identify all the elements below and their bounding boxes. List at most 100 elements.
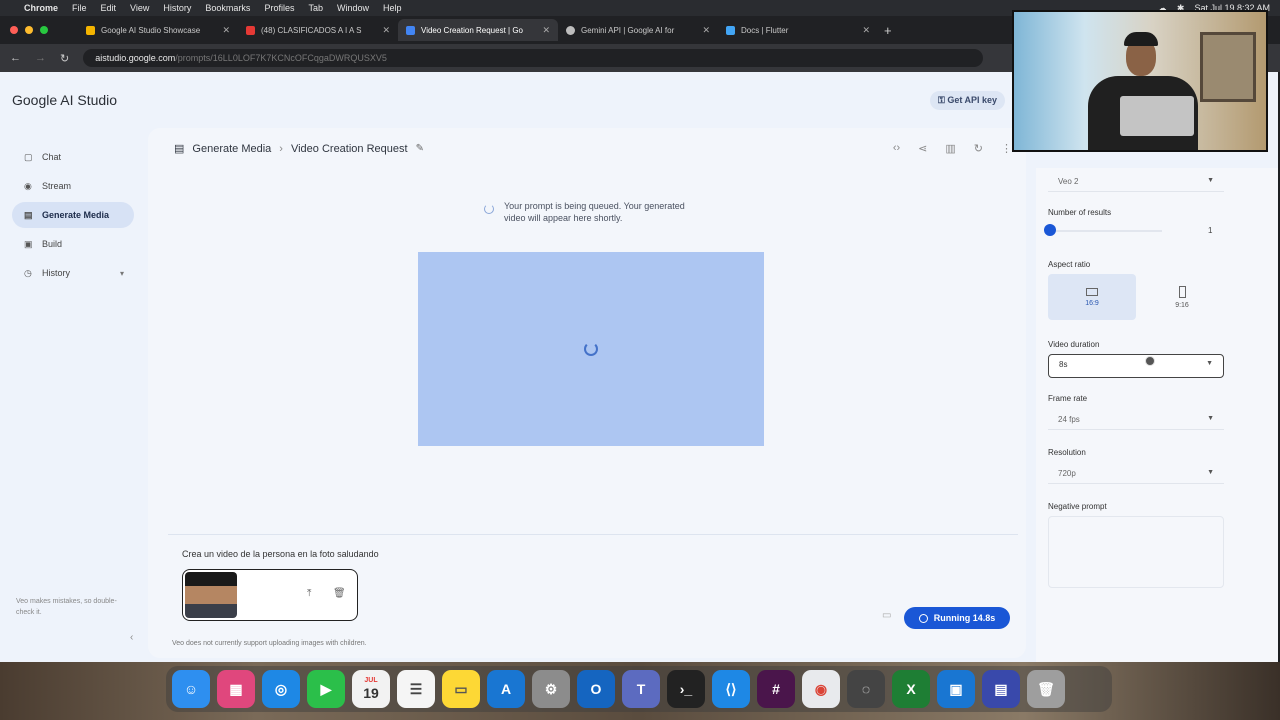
run-button[interactable]: Running 14.8s [904, 607, 1010, 629]
results-slider-track[interactable] [1050, 230, 1162, 232]
tab-close-icon[interactable]: ✕ [702, 25, 710, 36]
tab-favicon-icon [86, 25, 95, 35]
browser-tab[interactable]: Google AI Studio Showcase ✕ [78, 19, 238, 41]
calendar-icon[interactable]: JUL 19 [352, 670, 390, 708]
tab-favicon-icon [566, 25, 575, 35]
video-placeholder [418, 252, 764, 446]
tab-title: Google AI Studio Showcase [101, 25, 201, 35]
maximize-window-icon[interactable] [40, 26, 48, 34]
video-duration-select[interactable]: 8s ▼ [1048, 354, 1224, 378]
delete-icon[interactable]: 🗑 [333, 588, 346, 599]
browser-tab[interactable]: Gemini API | Google AI for ✕ [558, 19, 718, 41]
excel-icon[interactable]: X [892, 670, 930, 708]
teams-icon[interactable]: T [622, 670, 660, 708]
menu-edit[interactable]: Edit [101, 3, 117, 13]
sidebar-item-generate-media[interactable]: ▤ Generate Media [12, 202, 134, 228]
reload-icon[interactable]: ↻ [60, 52, 69, 65]
sidebar-item-history[interactable]: ◷ History ▾ [12, 260, 134, 286]
menu-file[interactable]: File [72, 3, 87, 13]
chevron-down-icon[interactable]: ▾ [120, 269, 124, 278]
sidebar-item-label: History [42, 268, 71, 278]
sidebar-item-chat[interactable]: ▢ Chat [12, 144, 134, 170]
prompt-input[interactable]: Crea un video de la persona en la foto s… [182, 549, 379, 559]
code-icon[interactable]: ‹› [893, 142, 900, 155]
compare-icon[interactable]: ▥ [945, 142, 955, 155]
aspect-16-9-label: 16:9 [1085, 299, 1099, 307]
toolbar-icons: ‹› ⋖ ▥ ↻ ⋮ [893, 142, 1012, 155]
back-icon[interactable]: ← [10, 52, 21, 64]
app-logo[interactable]: Google AI Studio [12, 92, 117, 108]
tab-close-icon[interactable]: ✕ [542, 25, 550, 36]
menu-window[interactable]: Window [337, 3, 369, 13]
tab-close-icon[interactable]: ✕ [862, 25, 870, 36]
trash-icon[interactable]: 🗑 [1027, 670, 1065, 708]
menu-history[interactable]: History [163, 3, 191, 13]
menu-profiles[interactable]: Profiles [264, 3, 294, 13]
menu-app-name[interactable]: Chrome [24, 3, 58, 13]
outlook-icon[interactable]: O [577, 670, 615, 708]
presenter-cap [1124, 32, 1158, 46]
results-value[interactable]: 1 [1208, 226, 1212, 235]
aspect-9-16-label: 9:16 [1175, 301, 1189, 309]
menu-tab[interactable]: Tab [308, 3, 323, 13]
facetime-icon[interactable]: ▶ [307, 670, 345, 708]
system-settings-icon[interactable]: ⚙ [532, 670, 570, 708]
number-of-results-label: Number of results [1048, 208, 1112, 217]
edit-title-icon[interactable]: ✎ [416, 143, 424, 154]
url-field[interactable]: aistudio.google.com/prompts/16LL0LOF7K7K… [83, 49, 984, 67]
landscape-icon [1086, 287, 1098, 296]
upload-icon[interactable]: ⤒ [307, 588, 311, 599]
app-store-icon[interactable]: A [487, 670, 525, 708]
tab-close-icon[interactable]: ✕ [382, 25, 390, 36]
sidebar-item-stream[interactable]: ◉ Stream [12, 173, 134, 199]
more-icon[interactable]: ⋮ [1001, 142, 1012, 155]
aspect-16-9-option[interactable]: 16:9 [1048, 274, 1136, 320]
menu-help[interactable]: Help [383, 3, 402, 13]
key-icon: ⚿ [938, 95, 948, 105]
aspect-9-16-option[interactable]: 9:16 [1138, 274, 1226, 320]
share-icon[interactable]: ⋖ [918, 142, 927, 155]
attached-image-card[interactable]: ⤒ 🗑 [182, 569, 358, 621]
frame-rate-value: 24 fps [1058, 415, 1080, 424]
loading-spinner-icon [584, 342, 598, 356]
menu-bookmarks[interactable]: Bookmarks [205, 3, 250, 13]
reminders-icon[interactable]: ☰ [397, 670, 435, 708]
screen-recorder-icon[interactable]: ▤ [982, 670, 1020, 708]
launchpad-icon[interactable]: ▦ [217, 670, 255, 708]
attach-icon[interactable]: ▭ [882, 610, 891, 621]
model-select[interactable]: Veo 2 ▼ [1048, 172, 1224, 192]
collapse-sidebar-icon[interactable]: ‹ [130, 632, 133, 643]
refresh-icon[interactable]: ↻ [974, 142, 983, 155]
results-slider-handle[interactable] [1044, 224, 1056, 236]
chat-icon: ▢ [24, 151, 33, 162]
browser-tab-active[interactable]: Video Creation Request | Go ✕ [398, 19, 558, 41]
forward-icon[interactable]: → [35, 52, 46, 64]
sidebar-item-build[interactable]: ▣ Build [12, 231, 134, 257]
new-tab-icon[interactable]: + [884, 23, 892, 38]
dropdown-arrow-icon: ▼ [1207, 177, 1214, 184]
tab-close-icon[interactable]: ✕ [222, 25, 230, 36]
terminal-icon[interactable]: ›_ [667, 670, 705, 708]
minimize-window-icon[interactable] [25, 26, 33, 34]
finder-icon[interactable]: ☺ [172, 670, 210, 708]
remote-desktop-icon[interactable]: ▣ [937, 670, 975, 708]
browser-tab[interactable]: (48) CLASIFICADOS A I A S ✕ [238, 19, 398, 41]
frame-rate-select[interactable]: 24 fps ▼ [1048, 410, 1224, 430]
close-window-icon[interactable] [10, 26, 18, 34]
notes-icon[interactable]: ▭ [442, 670, 480, 708]
presenter-laptop [1120, 96, 1194, 136]
attached-image-thumbnail [185, 572, 237, 618]
chrome-icon[interactable]: ◉ [802, 670, 840, 708]
safari-icon[interactable]: ◎ [262, 670, 300, 708]
chevron-right-icon: › [279, 142, 283, 155]
negative-prompt-input[interactable] [1048, 516, 1224, 588]
resolution-select[interactable]: 720p ▼ [1048, 464, 1224, 484]
browser-tab[interactable]: Docs | Flutter ✕ [718, 19, 878, 41]
get-api-key-button[interactable]: ⚿ Get API key [930, 91, 1006, 110]
breadcrumb-root[interactable]: Generate Media [192, 143, 271, 155]
slack-icon[interactable]: # [757, 670, 795, 708]
activity-icon[interactable]: ◌ [847, 670, 885, 708]
queue-message: Your prompt is being queued. Your genera… [504, 201, 685, 223]
menu-view[interactable]: View [130, 3, 149, 13]
vscode-icon[interactable]: ⟨⟩ [712, 670, 750, 708]
